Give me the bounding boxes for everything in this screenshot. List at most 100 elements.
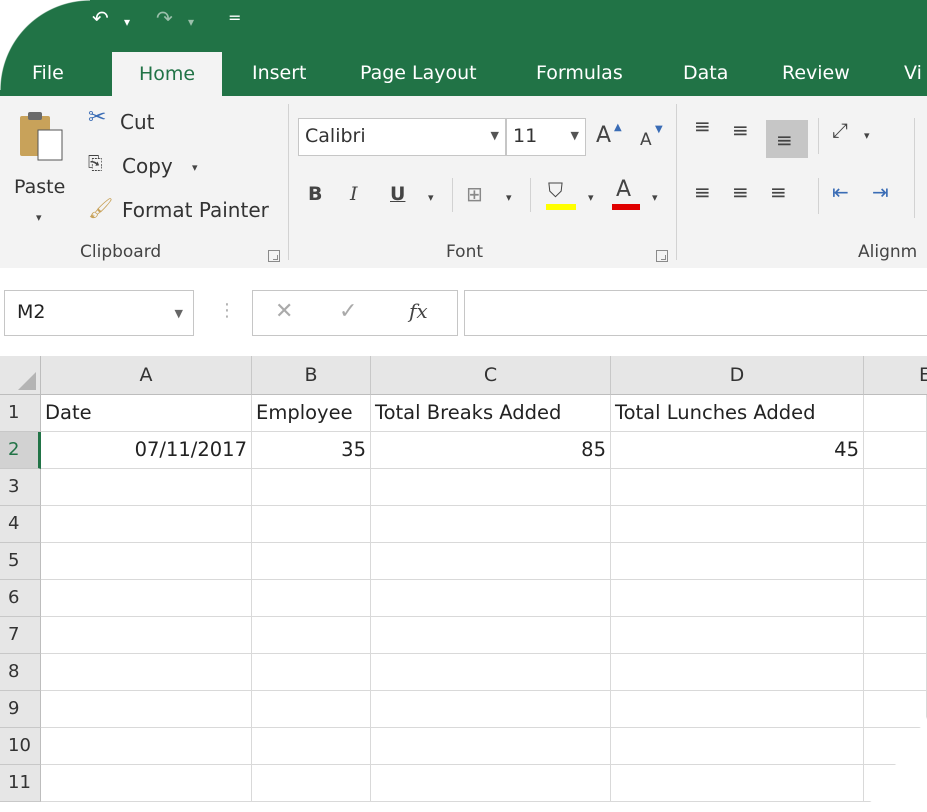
- cell-d1[interactable]: Total Lunches Added: [611, 395, 864, 432]
- grid-cell[interactable]: [864, 765, 927, 802]
- grid-cell[interactable]: [371, 765, 611, 802]
- copy-button[interactable]: ⎘ Copy ▾: [86, 152, 216, 182]
- underline-dropdown-icon[interactable]: ▾: [428, 188, 434, 208]
- tab-review[interactable]: Review: [782, 48, 850, 96]
- borders-icon[interactable]: ⊞: [466, 184, 483, 204]
- align-center-icon[interactable]: ≡: [732, 182, 749, 202]
- cell-a1[interactable]: Date: [41, 395, 252, 432]
- cell-b1[interactable]: Employee: [252, 395, 371, 432]
- row-header-2[interactable]: 2: [0, 432, 41, 469]
- grid-cell[interactable]: [41, 506, 252, 543]
- bold-button[interactable]: B: [308, 184, 322, 204]
- borders-dropdown-icon[interactable]: ▾: [506, 188, 512, 208]
- align-right-icon[interactable]: ≡: [770, 182, 787, 202]
- font-name-dropdown[interactable]: Calibri ▼: [298, 118, 506, 156]
- cancel-icon[interactable]: ✕: [275, 299, 293, 324]
- copy-dropdown-icon[interactable]: ▾: [192, 158, 198, 178]
- grid-cell[interactable]: [864, 469, 927, 506]
- row-header-10[interactable]: 10: [0, 728, 41, 765]
- tab-home[interactable]: Home: [112, 52, 222, 98]
- grid-cell[interactable]: [41, 543, 252, 580]
- grid-cell[interactable]: [611, 728, 864, 765]
- column-header-a[interactable]: A: [41, 356, 252, 395]
- grid-cell[interactable]: [371, 728, 611, 765]
- grid-cell[interactable]: [252, 654, 371, 691]
- grid-cell[interactable]: [41, 654, 252, 691]
- row-header-8[interactable]: 8: [0, 654, 41, 691]
- drag-handle-icon[interactable]: ⋮: [218, 300, 236, 321]
- orientation-dropdown-icon[interactable]: ▾: [864, 126, 870, 146]
- row-header-5[interactable]: 5: [0, 543, 41, 580]
- grid-cell[interactable]: [864, 617, 927, 654]
- grid-cell[interactable]: [371, 654, 611, 691]
- redo-icon[interactable]: ↷: [156, 6, 173, 30]
- cell-c2[interactable]: 85: [371, 432, 611, 469]
- grid-cell[interactable]: [611, 543, 864, 580]
- row-header-4[interactable]: 4: [0, 506, 41, 543]
- grid-cell[interactable]: [611, 580, 864, 617]
- column-header-b[interactable]: B: [252, 356, 371, 395]
- grid-cell[interactable]: [41, 580, 252, 617]
- grid-cell[interactable]: [41, 691, 252, 728]
- fill-color-dropdown-icon[interactable]: ▾: [588, 188, 594, 208]
- shrink-font-icon[interactable]: A: [640, 130, 652, 150]
- paste-button[interactable]: Paste ▾: [10, 104, 74, 232]
- column-header-e[interactable]: E: [864, 356, 927, 395]
- grid-cell[interactable]: [252, 691, 371, 728]
- formula-input[interactable]: [464, 290, 927, 336]
- row-header-11[interactable]: 11: [0, 765, 41, 802]
- clipboard-launcher-icon[interactable]: [268, 250, 280, 262]
- grid-cell[interactable]: [252, 506, 371, 543]
- cut-button[interactable]: ✂ Cut: [86, 107, 176, 138]
- font-launcher-icon[interactable]: [656, 250, 668, 262]
- tab-page-layout[interactable]: Page Layout: [360, 48, 477, 96]
- grid-cell[interactable]: [371, 691, 611, 728]
- undo-dropdown-icon[interactable]: ▾: [124, 10, 130, 34]
- cell-c1[interactable]: Total Breaks Added: [371, 395, 611, 432]
- grid-cell[interactable]: [371, 617, 611, 654]
- paste-dropdown-icon[interactable]: ▾: [36, 208, 42, 228]
- undo-icon[interactable]: ↶: [92, 6, 109, 30]
- grid-cell[interactable]: [252, 469, 371, 506]
- grid-cell[interactable]: [611, 765, 864, 802]
- increase-indent-icon[interactable]: ⇥: [872, 182, 889, 202]
- tab-view[interactable]: Vi: [904, 48, 922, 96]
- grid-cell[interactable]: [864, 580, 927, 617]
- row-header-7[interactable]: 7: [0, 617, 41, 654]
- tab-formulas[interactable]: Formulas: [536, 48, 623, 96]
- grid-cell[interactable]: [371, 469, 611, 506]
- bottom-align-button[interactable]: ≡: [766, 120, 808, 158]
- grid-cell[interactable]: [864, 395, 927, 432]
- grid-cell[interactable]: [864, 654, 927, 691]
- font-color-icon[interactable]: A: [616, 179, 631, 201]
- insert-function-icon[interactable]: fx: [409, 299, 428, 323]
- grid-cell[interactable]: [41, 728, 252, 765]
- grid-cell[interactable]: [41, 617, 252, 654]
- grid-cell[interactable]: [864, 728, 927, 765]
- cell-a2[interactable]: 07/11/2017: [41, 432, 252, 469]
- grid-cell[interactable]: [371, 580, 611, 617]
- cell-b2[interactable]: 35: [252, 432, 371, 469]
- grid-cell[interactable]: [611, 506, 864, 543]
- underline-button[interactable]: U: [390, 184, 405, 204]
- grid-cell[interactable]: [252, 543, 371, 580]
- grid-cell[interactable]: [252, 765, 371, 802]
- top-align-icon[interactable]: ≡: [694, 116, 711, 136]
- grid-cell[interactable]: [371, 506, 611, 543]
- orientation-icon[interactable]: ⤢: [832, 120, 848, 140]
- format-painter-button[interactable]: 🖌 Format Painter: [86, 196, 276, 226]
- grid-cell[interactable]: [611, 654, 864, 691]
- row-header-9[interactable]: 9: [0, 691, 41, 728]
- row-header-1[interactable]: 1: [0, 395, 41, 432]
- grid-cell[interactable]: [41, 469, 252, 506]
- align-left-icon[interactable]: ≡: [694, 182, 711, 202]
- italic-button[interactable]: I: [350, 184, 358, 204]
- grid-cell[interactable]: [864, 506, 927, 543]
- grid-cell[interactable]: [864, 691, 927, 728]
- cell-d2[interactable]: 45: [611, 432, 864, 469]
- tab-file[interactable]: File: [32, 48, 64, 96]
- tab-data[interactable]: Data: [683, 48, 728, 96]
- font-size-dropdown[interactable]: 11 ▼: [506, 118, 586, 156]
- column-header-c[interactable]: C: [371, 356, 611, 395]
- select-all-button[interactable]: [0, 356, 41, 395]
